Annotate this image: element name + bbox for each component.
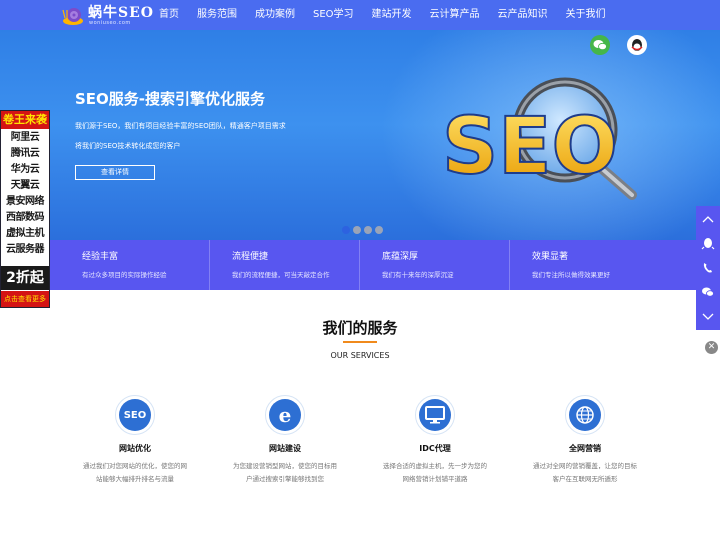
main-menu: 首页 服务范围 成功案例 SEO学习 建站开发 云计算产品 云产品知识 关于我们	[150, 0, 615, 30]
hero-banner: SEO服务-搜索引擎优化服务 我们源于SEO，我们有项目经验丰富的SEO团队，精…	[0, 30, 720, 240]
service-idc-agent[interactable]: IDC代理 选择合适的虚拟主机，先一步为您的网络营销计划铺平道路	[360, 395, 510, 486]
ad-item: 景安网络	[6, 196, 45, 207]
snail-logo-icon	[62, 8, 83, 25]
logo-subtext: woniuseo.com	[89, 20, 131, 26]
service-desc: 通过我们对您网站的优化，使您的网站能够大幅排升排名与流量	[83, 462, 187, 483]
feature-strip: 经验丰富 有过众多项目的实际操作经验 流程便捷 我们的流程便捷，可当天敲定合作 …	[0, 240, 720, 290]
services-title: 我们的服务	[322, 319, 398, 337]
seo-icon: SEO	[115, 395, 155, 435]
nav-item-cases[interactable]: 成功案例	[246, 0, 304, 30]
monitor-icon	[415, 395, 455, 435]
ie-icon-text: e	[278, 403, 292, 427]
ad-item: 虚拟主机	[6, 228, 45, 239]
feature-desc: 我们有十来年的深厚沉淀	[382, 271, 454, 279]
feature-desc: 我们的流程便捷，可当天敲定合作	[232, 271, 330, 279]
banner-description: 我们源于SEO，我们有项目经验丰富的SEO团队，精通客户项目需求	[75, 122, 286, 130]
service-seo-optimization[interactable]: SEO 网站优化 通过我们对您网站的优化，使您的网站能够大幅排升排名与流量	[60, 395, 210, 486]
right-float-toolbar	[696, 206, 720, 330]
service-desc: 通过对全网的营销覆盖，让您的目标客户在互联网无所遁形	[533, 462, 637, 483]
services-title-underline	[343, 341, 377, 343]
feature-title: 经验丰富	[82, 252, 119, 262]
services-subtitle: OUR SERVICES	[330, 351, 390, 360]
nav-item-cloud-knowledge[interactable]: 云产品知识	[489, 0, 557, 30]
qq-avatar-icon[interactable]	[627, 35, 647, 55]
ad-sale-badge: 2折起	[1, 266, 49, 290]
service-name: 网站建设	[269, 444, 301, 453]
nav-item-seo-learn[interactable]: SEO学习	[304, 0, 363, 30]
nav-item-about[interactable]: 关于我们	[557, 0, 615, 30]
feature-title: 效果显著	[532, 252, 569, 262]
service-name: 网站优化	[119, 444, 151, 453]
service-name: 全网营销	[569, 444, 601, 453]
phone-icon[interactable]	[696, 256, 720, 280]
feature-title: 流程便捷	[232, 252, 269, 262]
wechat-float-icon[interactable]	[696, 280, 720, 304]
ad-item: 华为云	[10, 164, 40, 175]
slide-dots	[342, 226, 383, 234]
ad-item: 西部数码	[6, 212, 45, 223]
slide-dot-1[interactable]	[342, 226, 350, 234]
ad-more-link[interactable]: 点击查看更多	[1, 291, 49, 307]
ad-item: 腾讯云	[10, 148, 40, 159]
view-details-button[interactable]: 查看详情	[75, 165, 155, 180]
slide-dot-2[interactable]	[353, 226, 361, 234]
seo-icon-text: SEO	[123, 409, 147, 421]
feature-foundation: 底蕴深厚 我们有十来年的深厚沉淀	[360, 240, 510, 290]
service-network-marketing[interactable]: 全网营销 通过对全网的营销覆盖，让您的目标客户在互联网无所遁形	[510, 395, 660, 486]
nav-item-services[interactable]: 服务范围	[188, 0, 246, 30]
ie-browser-icon: e	[265, 395, 305, 435]
ad-headline: 卷王来袭	[1, 111, 49, 129]
seo-art-text: SEO	[442, 102, 618, 192]
ad-provider-list: 阿里云 腾讯云 华为云 天翼云 景安网络 西部数码 虚拟主机 云服务器	[1, 130, 49, 258]
qq-icon[interactable]	[696, 232, 720, 256]
ad-item: 云服务器	[6, 244, 45, 255]
slide-dot-3[interactable]	[364, 226, 372, 234]
feature-process: 流程便捷 我们的流程便捷，可当天敲定合作	[210, 240, 360, 290]
banner-title: SEO服务-搜索引擎优化服务	[75, 90, 266, 108]
nav-item-home[interactable]: 首页	[150, 0, 188, 30]
service-web-building[interactable]: e 网站建设 为您建设营销型网站，使您的目标用户通过搜索引擎能够找到您	[210, 395, 360, 486]
banner-description-2: 将我们的SEO技术转化成您的客户	[75, 142, 181, 150]
feature-desc: 有过众多项目的实际操作经验	[82, 271, 167, 279]
slide-dot-4[interactable]	[375, 226, 383, 234]
service-desc: 为您建设营销型网站，使您的目标用户通过搜索引擎能够找到您	[233, 462, 337, 483]
feature-results: 效果显著 我们专注所以做得效果更好	[510, 240, 720, 290]
globe-icon	[565, 395, 605, 435]
feature-desc: 我们专注所以做得效果更好	[532, 271, 610, 279]
site-logo[interactable]: 蜗牛SEO woniuseo.com	[62, 2, 162, 28]
top-nav: 蜗牛SEO woniuseo.com 首页 服务范围 成功案例 SEO学习 建站…	[0, 0, 720, 30]
left-ad-banner[interactable]: 卷王来袭 阿里云 腾讯云 华为云 天翼云 景安网络 西部数码 虚拟主机 云服务器…	[0, 110, 50, 308]
wechat-icon[interactable]	[590, 35, 610, 55]
scroll-up-icon[interactable]	[696, 208, 720, 232]
feature-title: 底蕴深厚	[382, 252, 419, 262]
nav-item-web-dev[interactable]: 建站开发	[363, 0, 421, 30]
seo-magnifier-illustration: SEO	[441, 77, 637, 200]
ad-item: 天翼云	[10, 180, 40, 191]
service-name: IDC代理	[419, 444, 451, 453]
nav-item-cloud-products[interactable]: 云计算产品	[421, 0, 489, 30]
logo-text: 蜗牛SEO	[88, 5, 154, 21]
service-desc: 选择合适的虚拟主机，先一步为您的网络营销计划铺平道路	[383, 462, 487, 483]
ad-item: 阿里云	[10, 132, 40, 143]
